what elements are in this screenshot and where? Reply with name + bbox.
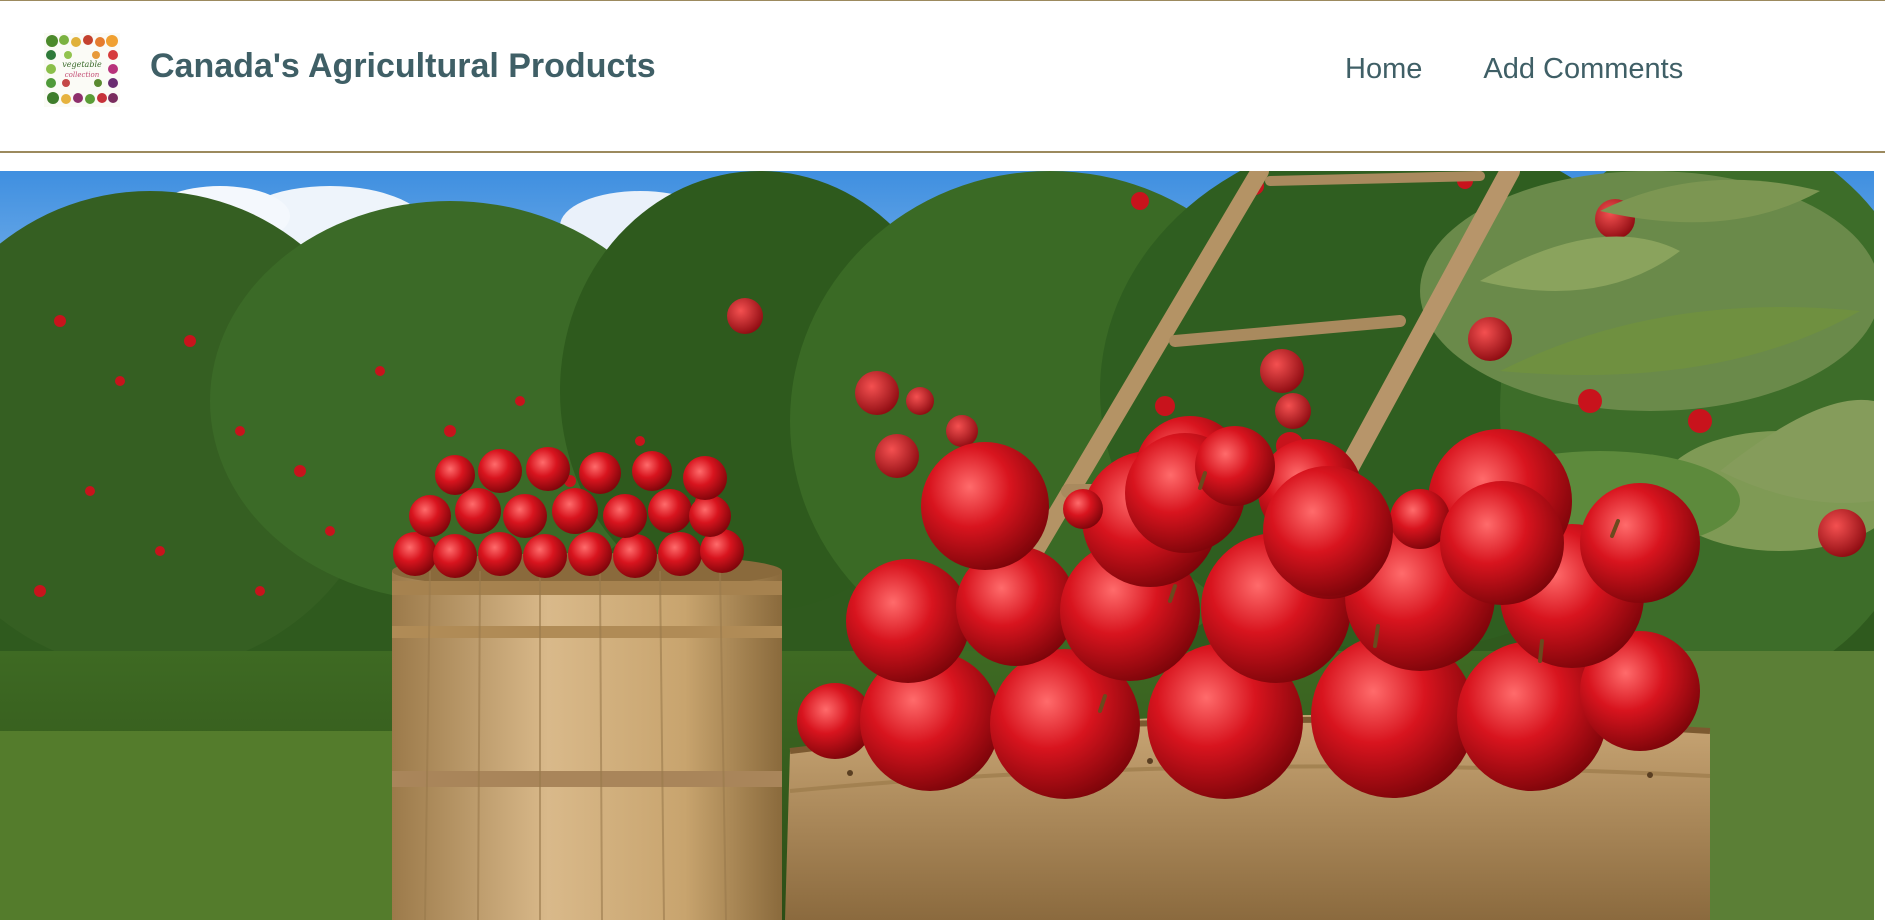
nav-link-add-comments[interactable]: Add Comments bbox=[1483, 53, 1683, 86]
site-title: Canada's Agricultural Products bbox=[150, 47, 656, 85]
site-header: vegetable collection Canada's Agricultur… bbox=[0, 0, 1885, 153]
main-nav: Home Add Comments bbox=[1345, 53, 1683, 86]
vegetable-collection-logo-icon[interactable]: vegetable collection bbox=[44, 33, 120, 107]
nav-link-home[interactable]: Home bbox=[1345, 53, 1422, 86]
apple-orchard-photo bbox=[0, 171, 1874, 920]
svg-text:vegetable: vegetable bbox=[62, 60, 102, 69]
page: vegetable collection Canada's Agricultur… bbox=[0, 0, 1885, 920]
svg-text:collection: collection bbox=[65, 71, 100, 79]
hero-image bbox=[0, 171, 1874, 920]
